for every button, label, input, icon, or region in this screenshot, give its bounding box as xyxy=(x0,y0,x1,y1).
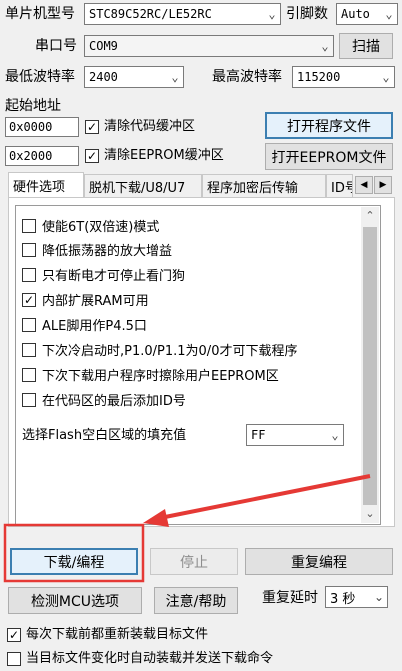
option-checkbox[interactable] xyxy=(22,392,36,407)
option-label: 使能6T(双倍速)模式 xyxy=(42,220,160,235)
open-eeprom-file-button[interactable]: 打开EEPROM文件 xyxy=(265,143,393,170)
chevron-down-icon: ⌄ xyxy=(321,39,329,53)
option-label: 下次下载用户程序时擦除用户EEPROM区 xyxy=(42,369,279,384)
port-label: 串口号 xyxy=(35,38,77,54)
max-baud-label: 最高波特率 xyxy=(212,69,282,85)
option-label: 在代码区的最后添加ID号 xyxy=(42,394,186,409)
option-label: 内部扩展RAM可用 xyxy=(42,294,149,309)
fill-value-select[interactable]: FF ⌄ xyxy=(246,424,344,446)
option-label: 降低振荡器的放大增益 xyxy=(42,244,173,259)
scrollbar-thumb[interactable] xyxy=(363,227,377,505)
option-checkbox[interactable] xyxy=(22,342,36,357)
option-internal-ram[interactable]: ✓ 内部扩展RAM可用 xyxy=(22,290,149,309)
mcu-type-value: STC89C52RC/LE52RC xyxy=(89,7,212,21)
scan-button[interactable]: 扫描 xyxy=(339,33,393,59)
pin-count-label: 引脚数 xyxy=(286,6,328,22)
option-label: 下次冷启动时,P1.0/P1.1为0/0才可下载程序 xyxy=(42,344,298,359)
fill-value-label: 选择Flash空白区域的填充值 xyxy=(22,428,187,443)
open-program-file-button[interactable]: 打开程序文件 xyxy=(265,112,393,139)
mcu-type-label: 单片机型号 xyxy=(5,6,75,22)
scroll-up-icon[interactable]: ⌃ xyxy=(361,207,379,225)
code-address-input[interactable]: 0x0000 xyxy=(5,117,79,137)
tab-encrypted-transfer[interactable]: 程序加密后传输 xyxy=(202,174,326,197)
tab-hardware-options[interactable]: 硬件选项 xyxy=(8,172,84,198)
option-checkbox[interactable]: ✓ xyxy=(22,292,36,307)
download-program-button[interactable]: 下载/编程 xyxy=(10,548,138,575)
scroll-down-icon[interactable]: ⌄ xyxy=(361,505,379,523)
eeprom-address-input[interactable]: 0x2000 xyxy=(5,146,79,166)
option-label: ALE脚用作P4.5口 xyxy=(42,319,147,334)
option-cold-start-p1[interactable]: 下次冷启动时,P1.0/P1.1为0/0才可下载程序 xyxy=(22,340,297,359)
repeat-delay-value: 3 秒 xyxy=(330,591,356,607)
reprogram-button[interactable]: 重复编程 xyxy=(245,548,393,575)
stop-button[interactable]: 停止 xyxy=(150,548,238,575)
clear-code-label: 清除代码缓冲区 xyxy=(104,119,196,134)
chevron-down-icon: ⌄ xyxy=(373,590,385,604)
mcu-type-select[interactable]: STC89C52RC/LE52RC ⌄ xyxy=(84,3,281,25)
tab-scroll-right-button[interactable]: ▶ xyxy=(374,176,392,194)
option-add-id[interactable]: 在代码区的最后添加ID号 xyxy=(22,390,186,409)
chevron-down-icon: ⌄ xyxy=(268,7,276,21)
pin-count-value: Auto xyxy=(341,7,370,21)
min-baud-value: 2400 xyxy=(89,70,118,84)
tab-offline-download[interactable]: 脱机下载/U8/U7 xyxy=(84,174,202,197)
tab-id-number[interactable]: ID号 xyxy=(326,174,353,197)
start-address-label: 起始地址 xyxy=(5,98,61,114)
auto-reload-checkbox[interactable] xyxy=(7,652,21,666)
option-reduce-gain[interactable]: 降低振荡器的放大增益 xyxy=(22,240,172,259)
chevron-down-icon: ⌄ xyxy=(385,7,393,21)
option-6t-mode[interactable]: 使能6T(双倍速)模式 xyxy=(22,216,159,235)
option-checkbox[interactable] xyxy=(22,267,36,282)
chevron-down-icon: ⌄ xyxy=(171,70,179,84)
clear-eeprom-checkbox[interactable]: ✓ xyxy=(85,149,99,163)
help-button[interactable]: 注意/帮助 xyxy=(154,587,238,614)
max-baud-value: 115200 xyxy=(297,70,341,84)
check-mcu-options-button[interactable]: 检测MCU选项 xyxy=(8,587,142,614)
repeat-delay-label: 重复延时 xyxy=(262,590,318,606)
chevron-down-icon: ⌄ xyxy=(382,70,390,84)
option-label: 只有断电才可停止看门狗 xyxy=(42,269,186,284)
max-baud-select[interactable]: 115200 ⌄ xyxy=(292,66,395,88)
pin-count-select[interactable]: Auto ⌄ xyxy=(336,3,398,25)
repeat-delay-select[interactable]: 3 秒 ⌄ xyxy=(325,586,388,608)
option-ale-pin[interactable]: ALE脚用作P4.5口 xyxy=(22,315,147,334)
clear-eeprom-label: 清除EEPROM缓冲区 xyxy=(104,148,224,163)
option-checkbox[interactable] xyxy=(22,242,36,257)
option-checkbox[interactable] xyxy=(22,367,36,382)
reload-target-checkbox[interactable]: ✓ xyxy=(7,628,21,642)
reload-target-label: 每次下载前都重新装载目标文件 xyxy=(26,627,209,642)
tab-scroll-left-button[interactable]: ◀ xyxy=(355,176,373,194)
chevron-down-icon: ⌄ xyxy=(331,428,339,442)
option-erase-eeprom[interactable]: 下次下载用户程序时擦除用户EEPROM区 xyxy=(22,365,279,384)
port-select[interactable]: COM9 ⌄ xyxy=(84,35,334,57)
clear-code-checkbox[interactable]: ✓ xyxy=(85,120,99,134)
min-baud-label: 最低波特率 xyxy=(5,69,75,85)
min-baud-select[interactable]: 2400 ⌄ xyxy=(84,66,184,88)
auto-reload-label: 当目标文件变化时自动装载并发送下载命令 xyxy=(26,651,274,666)
option-watchdog[interactable]: 只有断电才可停止看门狗 xyxy=(22,265,185,284)
fill-value: FF xyxy=(251,428,266,442)
option-checkbox[interactable] xyxy=(22,218,36,233)
port-value: COM9 xyxy=(89,39,118,53)
option-checkbox[interactable] xyxy=(22,317,36,332)
